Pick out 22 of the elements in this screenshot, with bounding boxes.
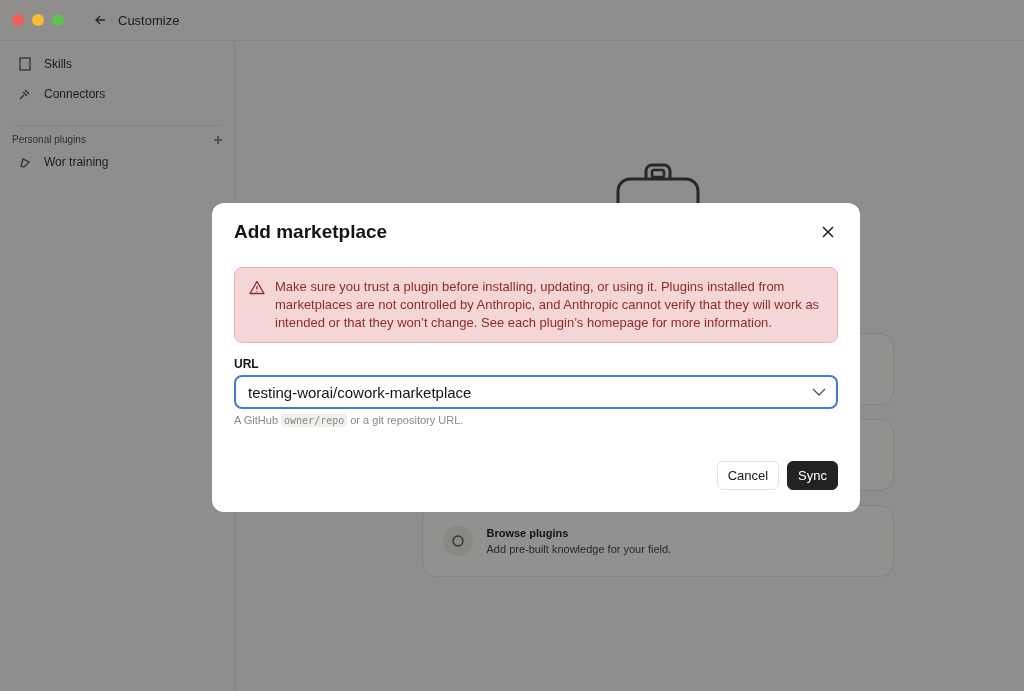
warning-text: Make sure you trust a plugin before installing, updating, or using it. Plugins installed from marketplaces are not controlled by Anthropic, and Anthropic cannot verify that they will work as intended or that they won’t change. See each plugin’s homepage for more information. bbox=[275, 278, 821, 332]
window-title: Customize bbox=[118, 12, 180, 28]
field-label: URL bbox=[234, 357, 260, 371]
plus-icon[interactable] bbox=[214, 135, 222, 144]
sidebar-item[interactable]: Wor training bbox=[12, 149, 222, 175]
url-field[interactable]: testing-worai/cowork-marketplace bbox=[234, 375, 838, 409]
sidebar-item[interactable]: Connectors bbox=[12, 81, 222, 107]
section-heading: Personal plugins bbox=[12, 134, 86, 145]
field-hint: A GitHub owner/repo or a git repository URL. bbox=[234, 414, 465, 426]
window-button[interactable] bbox=[32, 14, 44, 26]
back-arrow-icon[interactable] bbox=[94, 14, 106, 26]
card-description: Add pre-built knowledge for your field. bbox=[486, 543, 672, 555]
window-button[interactable] bbox=[52, 14, 64, 26]
sidebar-item[interactable]: Skills bbox=[12, 51, 222, 77]
chevron-down-icon[interactable] bbox=[812, 388, 826, 396]
sync-button[interactable]: Sync bbox=[787, 461, 838, 490]
dialog-title: Add marketplace bbox=[234, 221, 388, 243]
plug-icon bbox=[18, 87, 32, 101]
plugin-card[interactable]: Browse plugins Add pre-built knowledge for your field. bbox=[421, 505, 894, 577]
card-title: Browse plugins bbox=[486, 527, 570, 539]
cancel-button[interactable]: Cancel bbox=[716, 461, 780, 490]
warning-icon bbox=[249, 280, 265, 295]
